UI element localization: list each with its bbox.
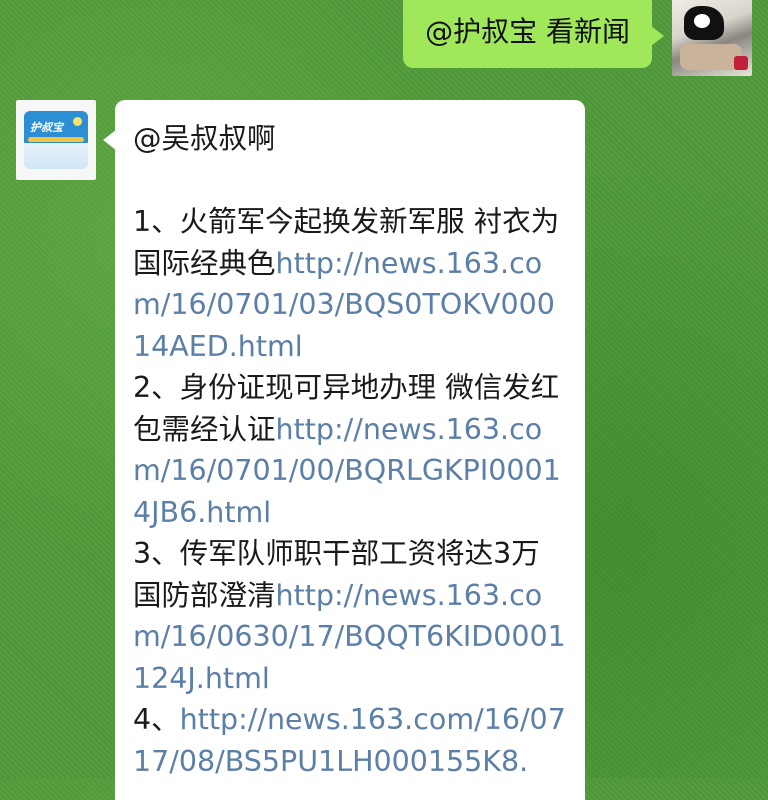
news-item: 4、http://news.163.com/16/0717/08/BS5PU1L… [133,699,567,782]
moon-icon [73,117,82,126]
outgoing-message-bubble[interactable]: @护叔宝 看新闻 [403,0,664,68]
news-item: 3、传军队师职干部工资将达3万 国防部澄清http://news.163.com… [133,533,567,699]
chat-view: @护叔宝 看新闻 护叔宝 @吴叔叔啊 1、火箭军今起换发新军服 衬衣为国际经典色… [0,0,768,800]
my-avatar[interactable] [672,0,752,76]
avatar-photo-shape [680,44,742,70]
avatar-photo-shape [694,14,710,28]
news-item-title: 4、 [133,703,180,736]
news-item: 1、火箭军今起换发新军服 衬衣为国际经典色http://news.163.com… [133,201,567,367]
news-link[interactable]: http://news.163.com/16/0717/08/BS5PU1LH0… [133,703,566,778]
outgoing-message-text: @护叔宝 看新闻 [425,15,630,48]
pack-logo-icon: 护叔宝 [30,121,63,134]
incoming-message-row: 护叔宝 @吴叔叔啊 1、火箭军今起换发新军服 衬衣为国际经典色http://ne… [16,100,585,800]
incoming-message-bubble[interactable]: @吴叔叔啊 1、火箭军今起换发新军服 衬衣为国际经典色http://news.1… [103,100,585,800]
mention-text: @吴叔叔啊 [133,122,276,155]
news-item: 2、身份证现可异地办理 微信发红包需经认证http://news.163.com… [133,367,567,533]
bot-avatar[interactable]: 护叔宝 [16,100,96,180]
diaper-pack-icon: 护叔宝 [24,111,88,169]
outgoing-message-row: @护叔宝 看新闻 [403,0,752,76]
avatar-photo-shape [734,56,748,70]
pack-stripe [28,137,84,142]
